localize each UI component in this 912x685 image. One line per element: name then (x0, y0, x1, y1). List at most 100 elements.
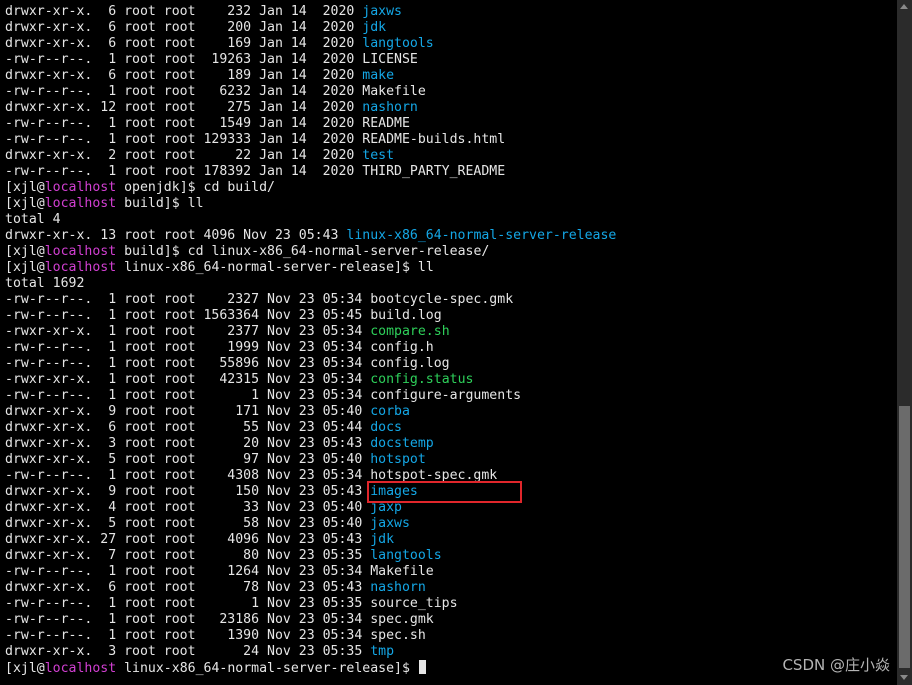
directory-name: hotspot (370, 452, 426, 467)
terminal-line: [xjl@localhost linux-x86_64-normal-serve… (5, 260, 616, 276)
terminal-text: -rw-r--r--. 1 root root 1563364 Nov 23 0… (5, 308, 442, 323)
images-highlight-box (367, 481, 522, 503)
directory-name: corba (370, 404, 410, 419)
terminal-line: drwxr-xr-x. 2 root root 22 Jan 14 2020 t… (5, 148, 616, 164)
terminal-line: [xjl@localhost build]$ cd linux-x86_64-n… (5, 244, 616, 260)
terminal-line: -rw-r--r--. 1 root root 1563364 Nov 23 0… (5, 308, 616, 324)
directory-name: tmp (370, 644, 395, 659)
terminal-line: drwxr-xr-x. 3 root root 20 Nov 23 05:43 … (5, 436, 616, 452)
terminal-text: total 4 (5, 212, 61, 227)
terminal-text: -rwxr-xr-x. 1 root root 42315 Nov 23 05:… (5, 372, 371, 387)
terminal-text: drwxr-xr-x. 6 root root 189 Jan 14 2020 (5, 68, 363, 83)
terminal-text: -rw-r--r--. 1 root root 1549 Jan 14 2020… (5, 116, 410, 131)
prompt-hostname: localhost (44, 196, 117, 211)
terminal-line: -rwxr-xr-x. 1 root root 42315 Nov 23 05:… (5, 372, 616, 388)
terminal-line: -rwxr-xr-x. 1 root root 2377 Nov 23 05:3… (5, 324, 616, 340)
terminal-text: drwxr-xr-x. 13 root root 4096 Nov 23 05:… (5, 228, 347, 243)
terminal-text: -rw-r--r--. 1 root root 55896 Nov 23 05:… (5, 356, 450, 371)
terminal-line: drwxr-xr-x. 9 root root 150 Nov 23 05:43… (5, 484, 616, 500)
terminal-text: -rw-r--r--. 1 root root 19263 Jan 14 202… (5, 52, 418, 67)
prompt-hostname: localhost (44, 661, 117, 676)
terminal-text: drwxr-xr-x. 2 root root 22 Jan 14 2020 (5, 148, 363, 163)
terminal-text: -rw-r--r--. 1 root root 1390 Nov 23 05:3… (5, 628, 426, 643)
terminal-line: -rw-r--r--. 1 root root 1264 Nov 23 05:3… (5, 564, 616, 580)
vertical-scrollbar[interactable] (897, 0, 912, 685)
executable-name: compare.sh (370, 324, 450, 339)
terminal-line: -rw-r--r--. 1 root root 55896 Nov 23 05:… (5, 356, 616, 372)
terminal-line: -rw-r--r--. 1 root root 19263 Jan 14 202… (5, 52, 616, 68)
terminal-text: -rw-r--r--. 1 root root 1 Nov 23 05:34 c… (5, 388, 522, 403)
terminal-line: total 1692 (5, 276, 616, 292)
terminal-line: drwxr-xr-x. 7 root root 80 Nov 23 05:35 … (5, 548, 616, 564)
terminal-text: -rw-r--r--. 1 root root 2327 Nov 23 05:3… (5, 292, 514, 307)
terminal-text: drwxr-xr-x. 6 root root 232 Jan 14 2020 (5, 4, 363, 19)
terminal-line: total 4 (5, 212, 616, 228)
terminal-output: drwxr-xr-x. 6 root root 232 Jan 14 2020 … (5, 4, 616, 676)
terminal-text: -rw-r--r--. 1 root root 23186 Nov 23 05:… (5, 612, 434, 627)
terminal-text: drwxr-xr-x. 5 root root 97 Nov 23 05:40 (5, 452, 371, 467)
terminal-line: -rw-r--r--. 1 root root 1999 Nov 23 05:3… (5, 340, 616, 356)
terminal-text: [xjl@ (5, 661, 45, 676)
terminal-text: -rw-r--r--. 1 root root 1999 Nov 23 05:3… (5, 340, 434, 355)
directory-name: nashorn (362, 100, 418, 115)
terminal-text: drwxr-xr-x. 5 root root 58 Nov 23 05:40 (5, 516, 371, 531)
terminal-text: -rw-r--r--. 1 root root 1264 Nov 23 05:3… (5, 564, 434, 579)
terminal-text: drwxr-xr-x. 3 root root 20 Nov 23 05:43 (5, 436, 371, 451)
terminal-text: drwxr-xr-x. 27 root root 4096 Nov 23 05:… (5, 532, 371, 547)
terminal-text: drwxr-xr-x. 6 root root 169 Jan 14 2020 (5, 36, 363, 51)
directory-name: jdk (370, 532, 395, 547)
terminal-line: drwxr-xr-x. 6 root root 78 Nov 23 05:43 … (5, 580, 616, 596)
scroll-thumb[interactable] (899, 406, 910, 668)
terminal-cursor (418, 660, 426, 674)
terminal-text: [xjl@ (5, 196, 45, 211)
terminal-text: total 1692 (5, 276, 85, 291)
terminal-text: drwxr-xr-x. 4 root root 33 Nov 23 05:40 (5, 500, 371, 515)
scroll-up-arrow-icon[interactable] (900, 4, 908, 9)
terminal-line: drwxr-xr-x. 9 root root 171 Nov 23 05:40… (5, 404, 616, 420)
terminal-text: drwxr-xr-x. 6 root root 55 Nov 23 05:44 (5, 420, 371, 435)
terminal-line: -rw-r--r--. 1 root root 178392 Jan 14 20… (5, 164, 616, 180)
directory-name: langtools (362, 36, 434, 51)
terminal-text: [xjl@ (5, 260, 45, 275)
directory-name: make (362, 68, 395, 83)
terminal-text: build]$ ll (116, 196, 204, 211)
terminal-line: -rw-r--r--. 1 root root 1549 Jan 14 2020… (5, 116, 616, 132)
terminal-text: -rwxr-xr-x. 1 root root 2377 Nov 23 05:3… (5, 324, 371, 339)
terminal-text: drwxr-xr-x. 6 root root 78 Nov 23 05:43 (5, 580, 371, 595)
terminal-line: -rw-r--r--. 1 root root 1 Nov 23 05:35 s… (5, 596, 616, 612)
terminal-text: -rw-r--r--. 1 root root 129333 Jan 14 20… (5, 132, 506, 147)
terminal-line: drwxr-xr-x. 5 root root 58 Nov 23 05:40 … (5, 516, 616, 532)
terminal-text: drwxr-xr-x. 9 root root 171 Nov 23 05:40 (5, 404, 371, 419)
directory-name: docstemp (370, 436, 434, 451)
terminal-line: drwxr-xr-x. 6 root root 189 Jan 14 2020 … (5, 68, 616, 84)
terminal-line: drwxr-xr-x. 13 root root 4096 Nov 23 05:… (5, 228, 616, 244)
terminal-line: [xjl@localhost linux-x86_64-normal-serve… (5, 660, 616, 676)
terminal-line: drwxr-xr-x. 6 root root 169 Jan 14 2020 … (5, 36, 616, 52)
directory-name: jaxws (362, 4, 402, 19)
csdn-watermark: CSDN @庄小焱 (782, 656, 890, 674)
terminal-line: -rw-r--r--. 1 root root 1 Nov 23 05:34 c… (5, 388, 616, 404)
terminal-text: build]$ cd linux-x86_64-normal-server-re… (116, 244, 490, 259)
terminal-line: drwxr-xr-x. 6 root root 200 Jan 14 2020 … (5, 20, 616, 36)
terminal-text: linux-x86_64-normal-server-release]$ (116, 661, 418, 676)
terminal-line: drwxr-xr-x. 4 root root 33 Nov 23 05:40 … (5, 500, 616, 516)
terminal-text: drwxr-xr-x. 6 root root 200 Jan 14 2020 (5, 20, 363, 35)
terminal-text: drwxr-xr-x. 9 root root 150 Nov 23 05:43 (5, 484, 371, 499)
terminal-line: -rw-r--r--. 1 root root 6232 Jan 14 2020… (5, 84, 616, 100)
terminal-text: [xjl@ (5, 244, 45, 259)
directory-name: jaxws (370, 516, 410, 531)
terminal-text: drwxr-xr-x. 12 root root 275 Jan 14 2020 (5, 100, 363, 115)
prompt-hostname: localhost (44, 180, 117, 195)
prompt-hostname: localhost (44, 260, 117, 275)
directory-name: linux-x86_64-normal-server-release (346, 228, 617, 243)
terminal-line: -rw-r--r--. 1 root root 129333 Jan 14 20… (5, 132, 616, 148)
prompt-hostname: localhost (44, 244, 117, 259)
terminal-text: -rw-r--r--. 1 root root 1 Nov 23 05:35 s… (5, 596, 458, 611)
terminal-window[interactable]: drwxr-xr-x. 6 root root 232 Jan 14 2020 … (0, 0, 897, 685)
scroll-down-arrow-icon[interactable] (900, 675, 908, 680)
directory-name: docs (370, 420, 402, 435)
terminal-line: -rw-r--r--. 1 root root 4308 Nov 23 05:3… (5, 468, 616, 484)
terminal-text: -rw-r--r--. 1 root root 178392 Jan 14 20… (5, 164, 506, 179)
terminal-line: drwxr-xr-x. 3 root root 24 Nov 23 05:35 … (5, 644, 616, 660)
terminal-line: drwxr-xr-x. 6 root root 55 Nov 23 05:44 … (5, 420, 616, 436)
